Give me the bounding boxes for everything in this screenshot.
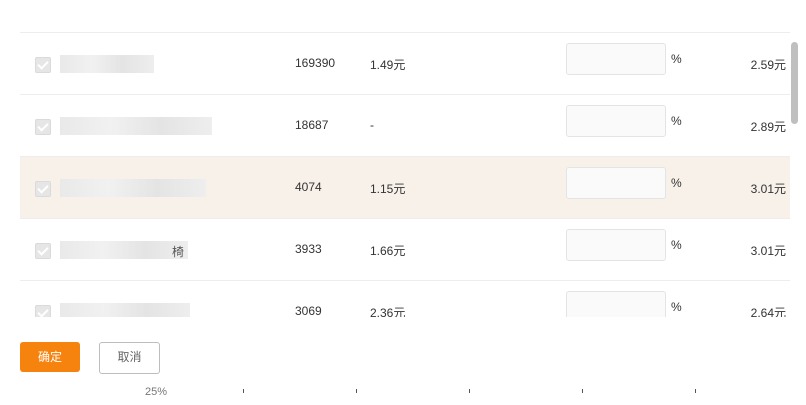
- product-name-blurred: [60, 55, 154, 73]
- table-row[interactable]: 18687 - % 2.89元: [20, 94, 790, 157]
- total-price: 2.89元: [750, 120, 786, 134]
- row-checkbox[interactable]: [35, 305, 51, 317]
- table-row[interactable]: 169390 1.49元 % 2.59元: [20, 32, 790, 95]
- sales-count: 3069: [295, 304, 322, 317]
- selection-dialog: 169390 1.49元 % 2.59元 18687 - % 2.89元 407…: [0, 2, 806, 393]
- unit-price: 1.15元: [370, 182, 406, 196]
- percent-sign: %: [671, 300, 682, 314]
- table-row[interactable]: 3069 2.36元 % 2.64元: [20, 280, 790, 317]
- percent-input[interactable]: [566, 43, 666, 75]
- axis-tick: [695, 389, 696, 393]
- row-checkbox[interactable]: [35, 57, 51, 73]
- percent-sign: %: [671, 114, 682, 128]
- row-checkbox[interactable]: [35, 119, 51, 135]
- sales-count: 169390: [295, 56, 336, 70]
- total-price: 3.01元: [750, 244, 786, 258]
- percent-sign: %: [671, 52, 682, 66]
- sales-count: 18687: [295, 118, 329, 132]
- percent-input[interactable]: [566, 105, 666, 137]
- total-price: 2.64元: [750, 306, 786, 317]
- cancel-button[interactable]: 取消: [99, 342, 160, 374]
- unit-price: 1.66元: [370, 244, 406, 258]
- total-price: 2.59元: [750, 58, 786, 72]
- unit-price: 2.36元: [370, 306, 406, 317]
- percent-sign: %: [671, 238, 682, 252]
- table-row[interactable]: 4074 1.15元 % 3.01元: [20, 156, 790, 219]
- axis-tick: [356, 389, 357, 393]
- product-name-blurred: 椅: [60, 241, 188, 259]
- percent-input[interactable]: [566, 291, 666, 317]
- axis-tick: [469, 389, 470, 393]
- product-table: 169390 1.49元 % 2.59元 18687 - % 2.89元 407…: [20, 32, 790, 317]
- percent-input[interactable]: [566, 229, 666, 261]
- row-checkbox[interactable]: [35, 243, 51, 259]
- percent-sign: %: [671, 176, 682, 190]
- sales-count: 3933: [295, 242, 322, 256]
- total-price: 3.01元: [750, 182, 786, 196]
- confirm-button[interactable]: 确定: [20, 342, 80, 372]
- product-name-blurred: [60, 117, 212, 135]
- vertical-scrollbar[interactable]: [791, 42, 798, 124]
- background-axis-label: 25%: [145, 386, 168, 398]
- sales-count: 4074: [295, 180, 322, 194]
- percent-input[interactable]: [566, 167, 666, 199]
- table-row[interactable]: 椅 3933 1.66元 % 3.01元: [20, 218, 790, 281]
- row-checkbox[interactable]: [35, 181, 51, 197]
- axis-tick: [582, 389, 583, 393]
- unit-price: -: [370, 118, 374, 132]
- unit-price: 1.49元: [370, 58, 406, 72]
- product-name-blurred: [60, 303, 190, 317]
- axis-tick: [243, 389, 244, 393]
- product-name-blurred: [60, 179, 206, 197]
